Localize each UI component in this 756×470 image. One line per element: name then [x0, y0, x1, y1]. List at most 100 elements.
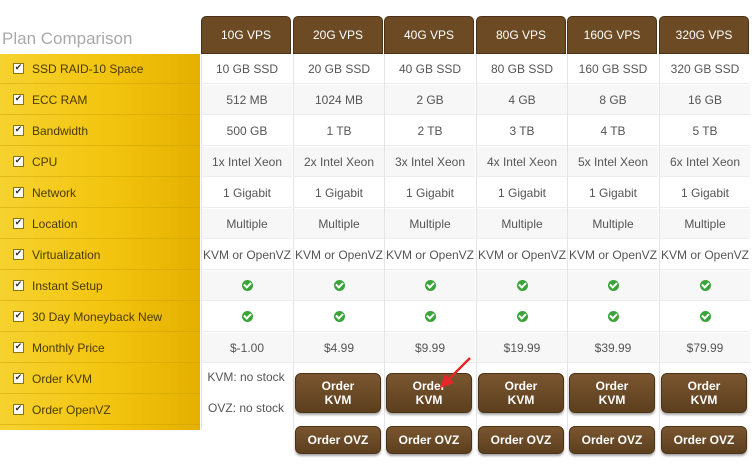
plan-cell-net: 1 Gigabit: [294, 178, 384, 208]
order-ovz-button[interactable]: Order OVZ: [661, 426, 747, 454]
instant-setup-cell: [385, 271, 475, 301]
moneyback-cell: [660, 302, 750, 332]
plan-cell-bw: 2 TB: [385, 116, 475, 146]
plan-header: 320G VPS: [659, 16, 749, 54]
plan-cell-ssd: 160 GB SSD: [568, 54, 658, 84]
check-icon: [241, 280, 253, 291]
plan-cell-ram: 512 MB: [202, 85, 292, 115]
page-title: Plan Comparison: [2, 29, 133, 48]
plan-cell-virt: KVM or OpenVZ: [660, 240, 750, 270]
plan-cell-ssd: 20 GB SSD: [294, 54, 384, 84]
plan-header: 160G VPS: [567, 16, 657, 54]
plan-cell-cpu: 4x Intel Xeon: [477, 147, 567, 177]
feature-label: Monthly Price: [32, 340, 105, 355]
feature-row: ✔ Network: [0, 178, 200, 208]
plan-cell-cpu: 2x Intel Xeon: [294, 147, 384, 177]
plan-cell-bw: 4 TB: [568, 116, 658, 146]
kvm-stock-status: KVM: no stock: [207, 370, 285, 384]
checkbox-icon: ✔: [13, 404, 24, 415]
check-icon: [516, 311, 528, 322]
plan-cell-loc: Multiple: [294, 209, 384, 239]
feature-label: Instant Setup: [32, 278, 103, 293]
feature-row: ✔ SSD RAID-10 Space: [0, 54, 200, 84]
plan-cell-virt: KVM or OpenVZ: [385, 240, 475, 270]
moneyback-cell: [294, 302, 384, 332]
order-kvm-button[interactable]: Order KVM: [661, 373, 747, 413]
checkbox-icon: ✔: [13, 218, 24, 229]
moneyback-cell: [477, 302, 567, 332]
plan-cell-ram: 4 GB: [477, 85, 567, 115]
plan-cell-virt: KVM or OpenVZ: [477, 240, 567, 270]
feature-row: ✔ Location: [0, 209, 200, 239]
plan-cell-virt: KVM or OpenVZ: [568, 240, 658, 270]
order-kvm-button[interactable]: Order KVM: [295, 373, 381, 413]
check-icon: [699, 311, 711, 322]
moneyback-cell: [385, 302, 475, 332]
plan-cell-ssd: 80 GB SSD: [477, 54, 567, 84]
feature-row: ✔ Monthly Price: [0, 333, 200, 363]
checkbox-icon: ✔: [13, 125, 24, 136]
feature-row: ✔ CPU: [0, 147, 200, 177]
ovz-stock-status: OVZ: no stock: [207, 401, 285, 415]
feature-label: Network: [32, 185, 77, 200]
order-kvm-button[interactable]: Order KVM: [478, 373, 564, 413]
plan-cell-ram: 16 GB: [660, 85, 750, 115]
plan-cell-virt: KVM or OpenVZ: [202, 240, 292, 270]
plan-cell-ram: 1024 MB: [294, 85, 384, 115]
plan-cell-net: 1 Gigabit: [660, 178, 750, 208]
monthly-price: $4.99: [294, 333, 384, 363]
moneyback-cell: [202, 302, 292, 332]
feature-label: Location: [32, 216, 78, 231]
feature-label: Order KVM: [32, 371, 93, 386]
checkbox-icon: ✔: [13, 187, 24, 198]
monthly-price: $-1.00: [202, 333, 292, 363]
order-kvm-button[interactable]: Order KVM: [569, 373, 655, 413]
feature-row: ✔ Bandwidth: [0, 116, 200, 146]
feature-row: ✔ Instant Setup: [0, 271, 200, 301]
check-icon: [241, 311, 253, 322]
plan-cell-loc: Multiple: [202, 209, 292, 239]
plan-cell-ram: 2 GB: [385, 85, 475, 115]
feature-label: SSD RAID-10 Space: [32, 61, 144, 76]
plan-cell-loc: Multiple: [385, 209, 475, 239]
feature-row: ✔ 30 Day Moneyback New: [0, 302, 200, 332]
plan-cell-net: 1 Gigabit: [568, 178, 658, 208]
instant-setup-cell: [294, 271, 384, 301]
plan-cell-net: 1 Gigabit: [477, 178, 567, 208]
checkbox-icon: ✔: [13, 311, 24, 322]
feature-label: CPU: [32, 154, 58, 169]
plan-header: 10G VPS: [201, 16, 291, 54]
instant-setup-cell: [568, 271, 658, 301]
instant-setup-cell: [477, 271, 567, 301]
plan-cell-ram: 8 GB: [568, 85, 658, 115]
order-ovz-button[interactable]: Order OVZ: [478, 426, 564, 454]
plan-cell-bw: 5 TB: [660, 116, 750, 146]
plan-cell-loc: Multiple: [660, 209, 750, 239]
plan-cell-net: 1 Gigabit: [202, 178, 292, 208]
checkbox-icon: ✔: [13, 63, 24, 74]
plan-cell-loc: Multiple: [568, 209, 658, 239]
check-icon: [333, 280, 345, 291]
monthly-price: $19.99: [477, 333, 567, 363]
feature-label: 30 Day Moneyback New: [32, 309, 163, 324]
order-ovz-button[interactable]: Order OVZ: [295, 426, 381, 454]
feature-row: ✔ Order KVM: [0, 364, 200, 394]
monthly-price: $39.99: [568, 333, 658, 363]
checkbox-icon: ✔: [13, 280, 24, 291]
plan-cell-virt: KVM or OpenVZ: [294, 240, 384, 270]
plan-cell-bw: 1 TB: [294, 116, 384, 146]
plan-cell-cpu: 1x Intel Xeon: [202, 147, 292, 177]
order-ovz-button[interactable]: Order OVZ: [386, 426, 472, 454]
plan-header: 80G VPS: [476, 16, 566, 54]
feature-label: ECC RAM: [32, 92, 88, 107]
order-ovz-button[interactable]: Order OVZ: [569, 426, 655, 454]
monthly-price: $79.99: [660, 333, 750, 363]
plan-cell-net: 1 Gigabit: [385, 178, 475, 208]
check-icon: [607, 280, 619, 291]
checkbox-icon: ✔: [13, 156, 24, 167]
plan-cell-bw: 3 TB: [477, 116, 567, 146]
check-icon: [424, 311, 436, 322]
plan-cell-cpu: 3x Intel Xeon: [385, 147, 475, 177]
moneyback-cell: [568, 302, 658, 332]
checkbox-icon: ✔: [13, 342, 24, 353]
